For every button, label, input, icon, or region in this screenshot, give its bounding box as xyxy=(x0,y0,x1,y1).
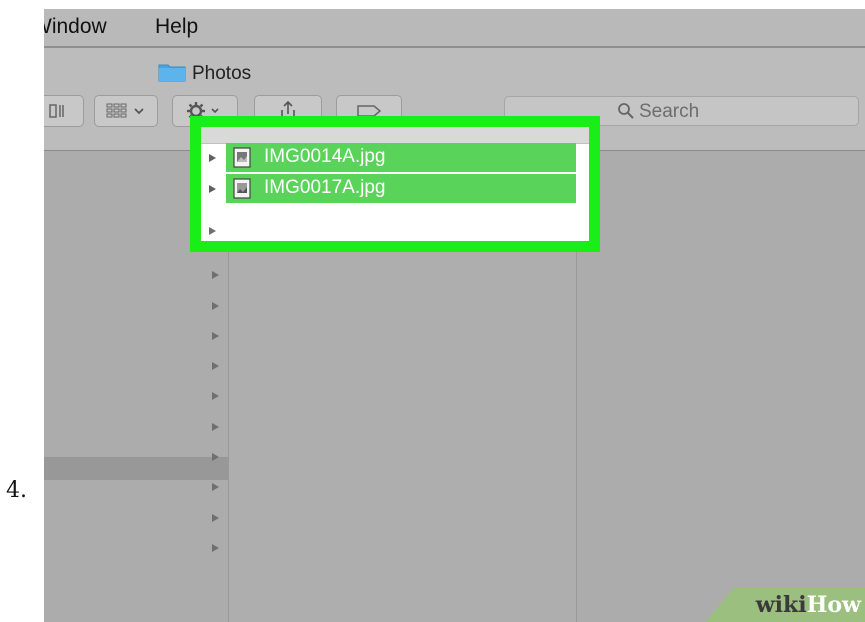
disclosure-triangle-icon[interactable] xyxy=(212,392,219,401)
disclosure-triangle-icon[interactable] xyxy=(212,331,219,340)
window-title: Photos xyxy=(192,63,252,84)
sidebar-selected-row[interactable] xyxy=(44,457,228,480)
disclosure-triangle-icon[interactable] xyxy=(212,422,219,431)
disclosure-triangle-icon[interactable] xyxy=(212,453,219,462)
browser-column-preview xyxy=(577,151,865,622)
column-header xyxy=(201,127,589,144)
column-view-button[interactable] xyxy=(44,95,84,127)
image-file-icon xyxy=(233,178,251,199)
disclosure-triangle-icon[interactable] xyxy=(212,513,219,522)
title-bar: Photos xyxy=(44,48,865,88)
disclosure-triangle-icon[interactable] xyxy=(212,543,219,552)
watermark-how: How xyxy=(806,592,861,618)
menu-window[interactable]: Window xyxy=(44,15,107,39)
search-icon xyxy=(618,103,634,119)
highlighted-file-list: IMG0014A.jpg IMG0017A.jpg xyxy=(190,116,600,252)
file-name: IMG0014A.jpg xyxy=(264,146,386,167)
disclosure-triangle-icon[interactable] xyxy=(212,301,219,310)
file-row[interactable]: IMG0014A.jpg xyxy=(201,143,589,173)
folder-icon xyxy=(158,64,186,82)
disclosure-triangle-icon[interactable] xyxy=(209,154,216,162)
disclosure-triangle-icon[interactable] xyxy=(209,227,216,235)
watermark-wiki: wiki xyxy=(755,592,807,618)
disclosure-triangle-icon[interactable] xyxy=(212,271,219,280)
menu-help[interactable]: Help xyxy=(155,15,198,39)
disclosure-triangle-icon[interactable] xyxy=(212,483,219,492)
disclosure-triangle-icon[interactable] xyxy=(209,185,216,193)
arrange-button[interactable] xyxy=(94,95,158,127)
file-name: IMG0017A.jpg xyxy=(264,177,386,198)
grid-view-icon xyxy=(106,103,144,118)
wikihow-watermark: wikiHow xyxy=(695,588,865,622)
menu-bar: Window Help xyxy=(44,9,865,48)
search-placeholder: Search xyxy=(639,101,700,122)
disclosure-triangle-icon[interactable] xyxy=(212,362,219,371)
image-file-icon xyxy=(233,147,251,168)
folder-arrow-list xyxy=(212,241,228,574)
watermark-logo: wikiHow xyxy=(756,592,861,618)
step-number: 4. xyxy=(6,478,27,503)
column-view-icon xyxy=(49,104,64,118)
file-row[interactable]: IMG0017A.jpg xyxy=(201,174,589,204)
finder-window: Window Help Photos xyxy=(44,9,865,622)
